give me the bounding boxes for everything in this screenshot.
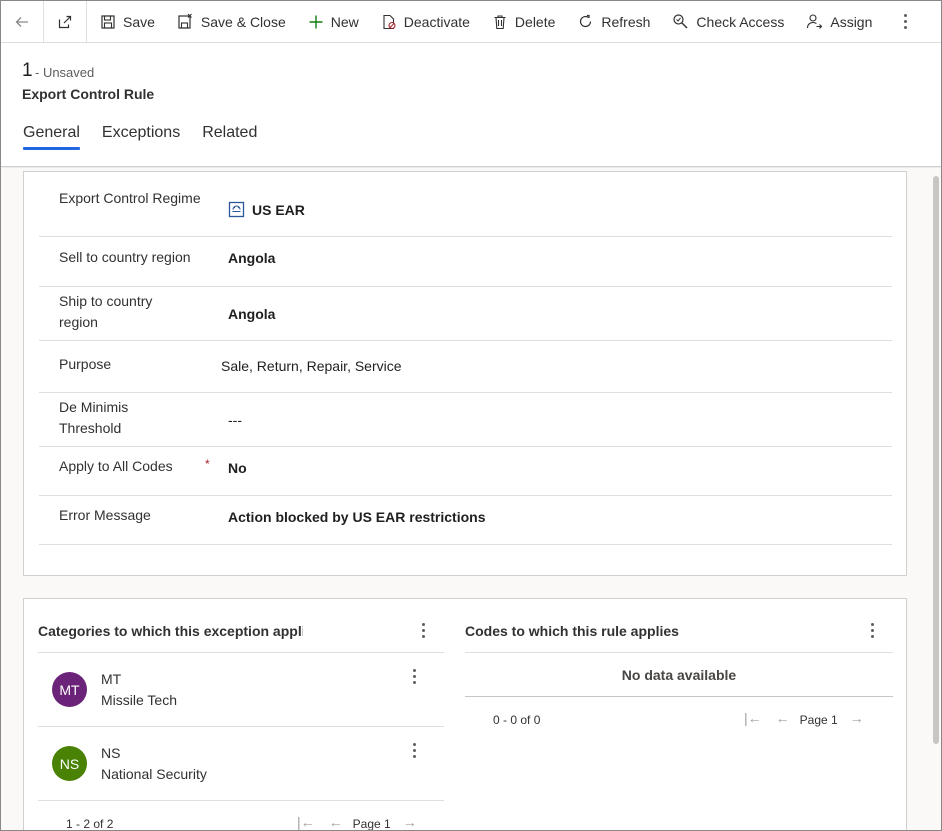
codes-empty-message: No data available [621,667,737,683]
plus-icon [309,15,323,28]
assign-label: Assign [830,13,873,30]
required-indicator: * [205,457,210,471]
codes-pager: |← ← Page 1 → [744,709,864,727]
entity-name: Export Control Rule [22,86,155,102]
category-code: NS [101,745,121,761]
next-page-icon[interactable]: → [850,710,864,726]
categories-page-label: Page 1 [352,817,391,831]
next-page-icon[interactable]: → [403,814,417,830]
ship-to-country-value[interactable]: Angola [228,306,275,322]
categories-more-icon[interactable] [421,623,425,638]
field-label: Apply to All Codes [59,458,173,474]
first-page-icon[interactable]: |← [744,710,762,726]
codes-more-icon[interactable] [870,623,874,638]
delete-button[interactable]: Delete [481,1,566,43]
field-label: Sell to country region [59,249,191,265]
codes-grid-title: Codes to which this rule applies [465,623,679,639]
deactivate-label: Deactivate [403,13,470,30]
record-title: 1 [22,60,33,81]
field-sell-to-country: Sell to country region Angola [39,237,892,287]
list-item[interactable]: MT MT Missile Tech [38,653,444,727]
divider [465,696,893,697]
check-access-button[interactable]: Check Access [661,1,795,43]
avatar: MT [52,672,87,707]
field-label: De Minimis Threshold [59,399,129,436]
tab-general[interactable]: General [23,124,80,150]
save-and-close-icon [178,13,192,29]
category-name: Missile Tech [101,692,177,708]
check-access-label: Check Access [696,13,785,30]
command-bar: Save Save & Close New Deactivate Delete … [1,1,941,43]
save-and-close-button[interactable]: Save & Close [166,1,297,43]
regime-lookup-link[interactable]: US EAR [228,201,305,218]
back-button[interactable] [1,1,44,43]
avatar: NS [52,746,87,781]
codes-record-count: 0 - 0 of 0 [493,713,541,727]
previous-page-icon[interactable]: ← [776,710,790,726]
open-in-new-window-button[interactable] [44,1,87,43]
new-button[interactable]: New [297,1,370,43]
record-save-state: - Unsaved [35,65,95,80]
purpose-value[interactable]: Sale, Return, Repair, Service [221,358,402,374]
form-header: 1 - Unsaved Export Control Rule General … [1,43,941,167]
general-section: Export Control Regime US EAR Sell to cou… [23,171,907,576]
row-more-icon[interactable] [412,669,416,684]
delete-label: Delete [514,13,556,30]
sell-to-country-value[interactable]: Angola [228,250,275,266]
more-vertical-icon [903,14,907,29]
field-error-message: Error Message Action blocked by US EAR r… [39,496,892,545]
field-label: Error Message [59,507,151,523]
subgrids-section: Categories to which this exception appli… [23,598,907,831]
tab-exceptions[interactable]: Exceptions [102,124,180,150]
save-and-close-label: Save & Close [200,13,286,30]
deactivate-button[interactable]: Deactivate [370,1,481,43]
apply-to-all-codes-value[interactable]: No [228,460,247,476]
error-message-value[interactable]: Action blocked by US EAR restrictions [228,509,486,525]
more-commands-button[interactable] [895,14,915,29]
popout-icon [58,15,72,28]
refresh-label: Refresh [601,13,651,30]
categories-record-count: 1 - 2 of 2 [66,817,114,831]
first-page-icon[interactable]: |← [297,814,315,830]
previous-page-icon[interactable]: ← [329,814,343,830]
field-export-control-regime: Export Control Regime US EAR [39,172,892,237]
field-de-minimis-threshold: De Minimis Threshold --- [39,393,892,447]
category-name: National Security [101,766,207,782]
deactivate-icon [383,14,396,29]
field-label: Ship to country region [59,293,153,330]
field-ship-to-country: Ship to country region Angola [39,287,892,341]
assign-button[interactable]: Assign [795,1,883,43]
category-code: MT [101,671,122,687]
back-arrow-icon [15,16,28,27]
regime-entity-icon [228,201,245,218]
form-body: Export Control Regime US EAR Sell to cou… [1,168,941,831]
new-label: New [330,13,359,30]
save-icon [101,14,115,29]
assign-user-icon [807,14,823,29]
list-item[interactable]: NS NS National Security [38,727,444,801]
trash-icon [494,14,506,29]
field-apply-to-all-codes: Apply to All Codes * No [39,447,892,496]
field-label: Export Control Regime [59,190,201,206]
categories-grid-title: Categories to which this exception appli… [38,623,303,639]
de-minimis-value[interactable]: --- [228,412,242,428]
refresh-icon [580,14,592,28]
save-label: Save [123,13,155,30]
regime-lookup-value: US EAR [252,201,305,218]
save-button[interactable]: Save [89,1,166,43]
tab-related[interactable]: Related [202,124,257,150]
codes-page-label: Page 1 [799,713,838,727]
field-purpose: Purpose Sale, Return, Repair, Service [39,341,892,393]
vertical-scrollbar[interactable] [933,176,939,744]
field-label: Purpose [59,356,112,372]
check-access-icon [673,14,688,29]
app-window: Save Save & Close New Deactivate Delete … [0,0,942,831]
row-more-icon[interactable] [412,743,416,758]
divider [465,652,893,653]
categories-pager: |← ← Page 1 → [297,813,417,831]
form-tabs: General Exceptions Related [23,124,279,150]
refresh-button[interactable]: Refresh [566,1,661,43]
